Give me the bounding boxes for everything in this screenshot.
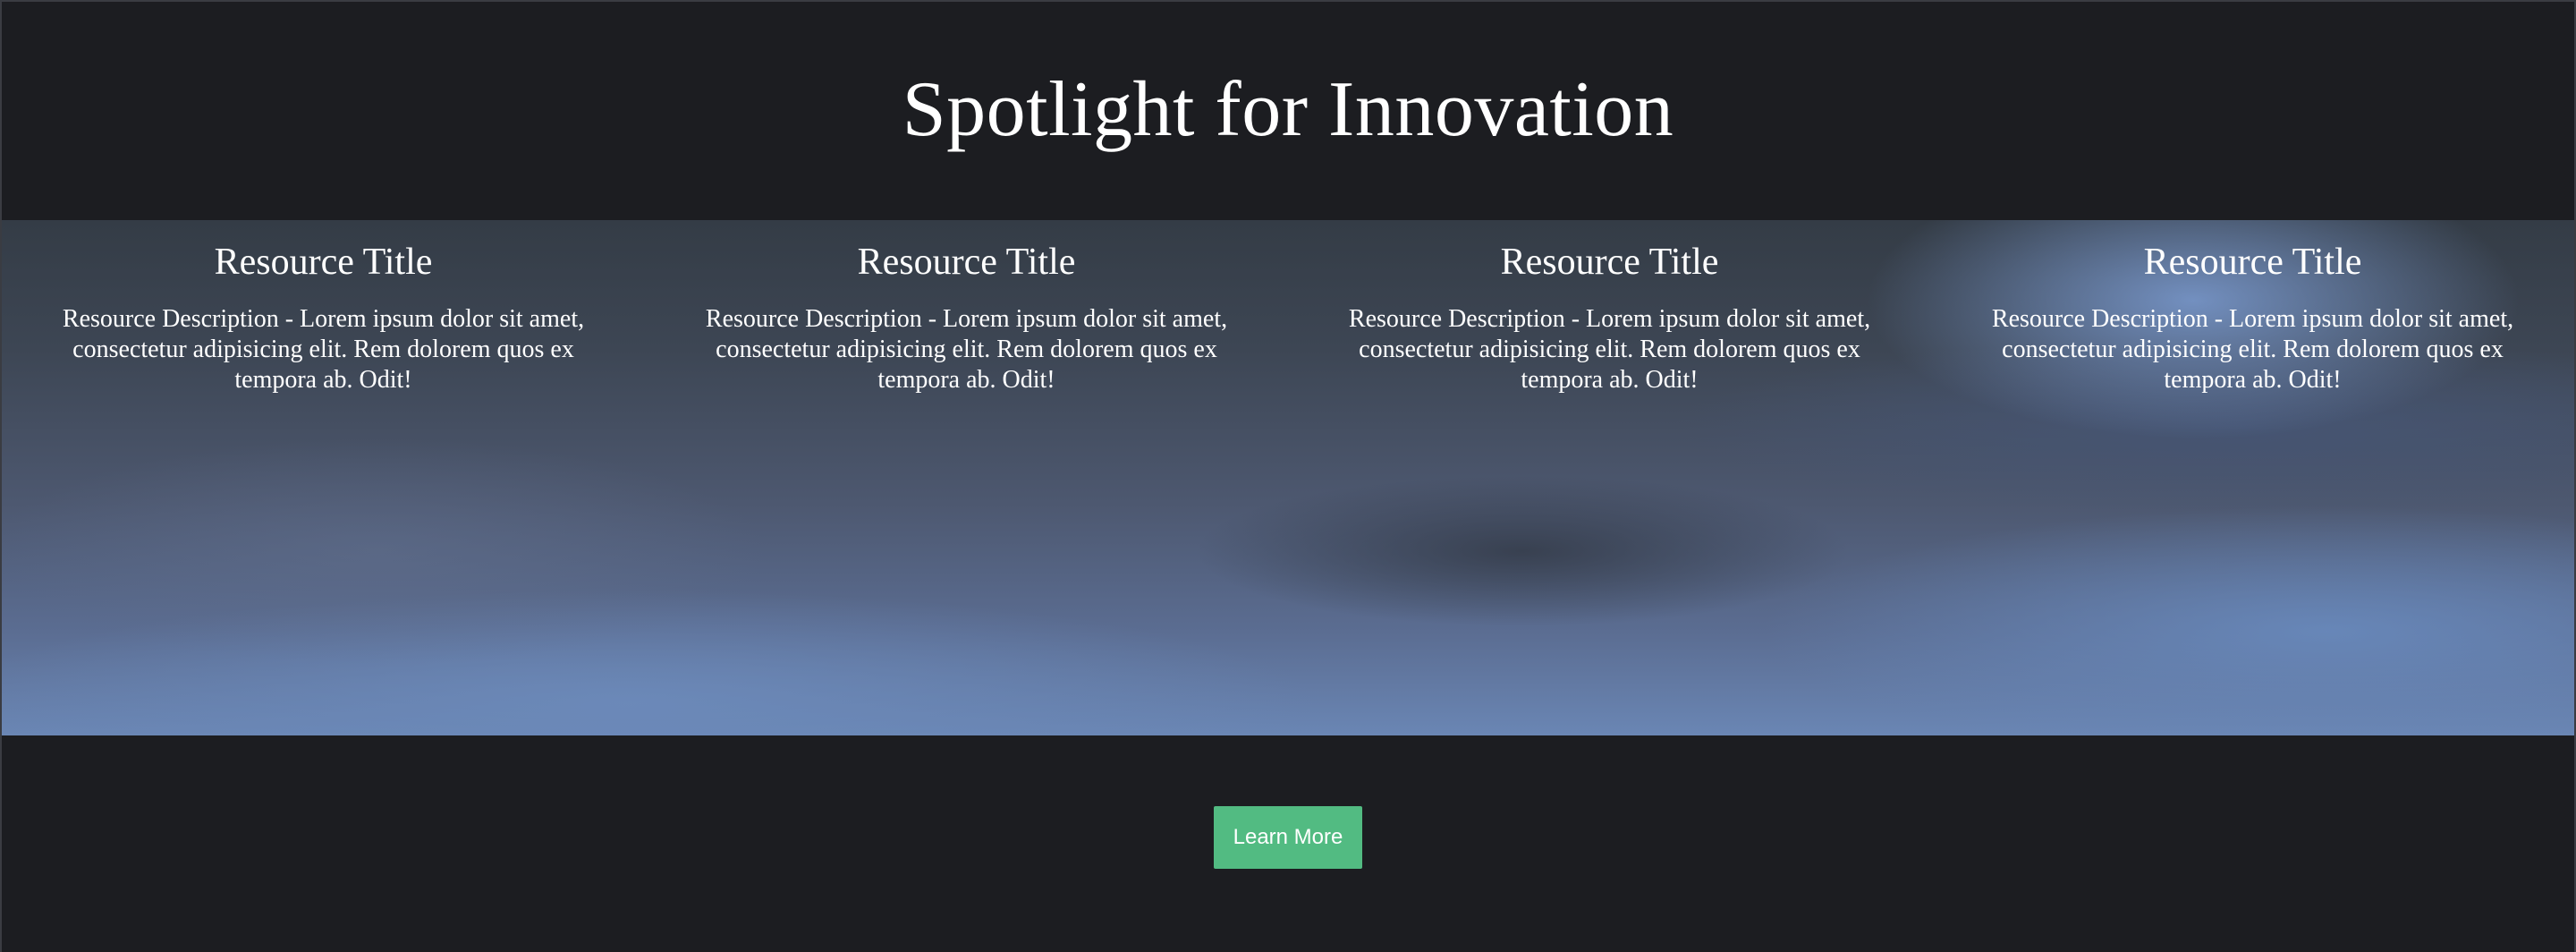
resource-cards: Resource Title Resource Description - Lo… (2, 220, 2574, 395)
resource-title: Resource Title (1500, 242, 1719, 283)
page-footer: Learn More (2, 735, 2574, 952)
resource-title: Resource Title (214, 242, 433, 283)
resource-title: Resource Title (857, 242, 1076, 283)
resource-description: Resource Description - Lorem ipsum dolor… (705, 305, 1228, 395)
resource-card: Resource Title Resource Description - Lo… (2, 220, 645, 395)
learn-more-button[interactable]: Learn More (1214, 806, 1362, 869)
resource-card: Resource Title Resource Description - Lo… (1931, 220, 2574, 395)
resource-description: Resource Description - Lorem ipsum dolor… (1991, 305, 2514, 395)
resource-card: Resource Title Resource Description - Lo… (645, 220, 1288, 395)
resource-description: Resource Description - Lorem ipsum dolor… (62, 305, 585, 395)
resource-description: Resource Description - Lorem ipsum dolor… (1348, 305, 1871, 395)
resource-title: Resource Title (2143, 242, 2362, 283)
page: Spotlight for Innovation Resource Title … (0, 0, 2576, 952)
resource-card: Resource Title Resource Description - Lo… (1288, 220, 1931, 395)
page-header: Spotlight for Innovation (2, 2, 2574, 220)
page-title: Spotlight for Innovation (902, 65, 1674, 153)
resources-section: Resource Title Resource Description - Lo… (2, 220, 2574, 735)
